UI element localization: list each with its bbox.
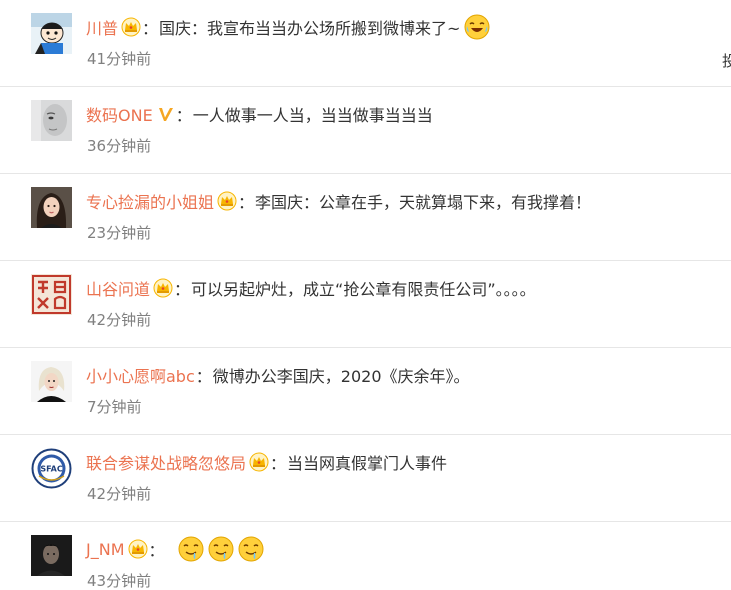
crown-icon[interactable] [217, 191, 237, 211]
comment-line: 小小心愿啊abc ： 微博办公李国庆，2020《庆余年》。 [86, 361, 470, 389]
comment-item: J_NM ： 43分钟前 [0, 522, 731, 590]
comment-item: 小小心愿啊abc ： 微博办公李国庆，2020《庆余年》。 7分钟前 [0, 348, 731, 435]
timestamp: 23分钟前 [87, 224, 152, 242]
crown-icon[interactable] [153, 278, 173, 298]
timestamp: 41分钟前 [87, 50, 152, 68]
comment-line: 数码ONE ： 一人做事一人当，当当做事当当当 [86, 100, 433, 128]
comment-line: 川普 ： 国庆：我宣布当当办公场所搬到微博来了~ [86, 13, 490, 41]
separator-colon: ： [174, 280, 191, 299]
username-link[interactable]: 专心捡漏的小姐姐 [86, 189, 214, 213]
username-link[interactable]: 川普 [86, 15, 118, 39]
username-link[interactable]: J_NM [86, 540, 125, 559]
comment-text: 当当网真假掌门人事件 [287, 454, 448, 473]
comment-list: 川普 ： 国庆：我宣布当当办公场所搬到微博来了~ 41分钟前 投 数码ONE ：… [0, 0, 731, 590]
username-link[interactable]: 数码ONE [86, 102, 153, 126]
timestamp: 42分钟前 [87, 485, 152, 503]
avatar[interactable] [31, 187, 72, 228]
timestamp: 43分钟前 [87, 572, 152, 590]
comment-item: SFAC 联合参谋处战略忽悠局 ： 当当网真假掌门人事件 42分钟前 [0, 435, 731, 522]
comment-line: 专心捡漏的小姐姐 ： 李国庆：公章在手，天就算塌下来，有我撑着！ [86, 187, 591, 215]
timestamp: 42分钟前 [87, 311, 152, 329]
separator-colon: ： [195, 367, 212, 386]
comment-item: 山谷问道 ： 可以另起炉灶，成立“抢公章有限责任公司”。。。。 42分钟前 [0, 261, 731, 348]
comment-text: 可以另起炉灶，成立“抢公章有限责任公司”。。。。 [191, 280, 536, 299]
separator-colon: ： [148, 541, 165, 560]
username-link[interactable]: 联合参谋处战略忽悠局 [86, 450, 246, 474]
separator-colon: ： [270, 454, 287, 473]
avatar[interactable] [31, 535, 72, 576]
avatar[interactable] [31, 274, 72, 315]
crown-icon[interactable] [128, 539, 148, 559]
comment-line: 山谷问道 ： 可以另起炉灶，成立“抢公章有限责任公司”。。。。 [86, 274, 536, 302]
laughing-tears-emoji-icon [464, 14, 490, 40]
drooling-emoji-icon [178, 536, 204, 562]
avatar[interactable] [31, 361, 72, 402]
partial-action-link[interactable]: 投 [722, 50, 731, 71]
verified-v-icon[interactable] [157, 105, 175, 123]
separator-colon: ： [238, 193, 255, 212]
comment-item: 数码ONE ： 一人做事一人当，当当做事当当当 36分钟前 [0, 87, 731, 174]
avatar[interactable] [31, 13, 72, 54]
comment-text: 一人做事一人当，当当做事当当当 [192, 106, 433, 125]
comment-line: 联合参谋处战略忽悠局 ： 当当网真假掌门人事件 [86, 448, 447, 476]
separator-colon: ： [175, 106, 192, 125]
comment-item: 川普 ： 国庆：我宣布当当办公场所搬到微博来了~ 41分钟前 投 [0, 0, 731, 87]
comment-item: 专心捡漏的小姐姐 ： 李国庆：公章在手，天就算塌下来，有我撑着！ 23分钟前 [0, 174, 731, 261]
drooling-emoji-icon [208, 536, 234, 562]
username-link[interactable]: 山谷问道 [86, 276, 150, 300]
avatar[interactable] [31, 100, 72, 141]
timestamp: 36分钟前 [87, 137, 152, 155]
crown-icon[interactable] [121, 17, 141, 37]
separator-colon: ： [142, 19, 159, 38]
comment-text: 微博办公李国庆，2020《庆余年》。 [212, 367, 470, 386]
comment-text: 国庆：我宣布当当办公场所搬到微博来了~ [159, 19, 461, 38]
timestamp: 7分钟前 [87, 398, 142, 416]
drooling-emoji-icon [238, 536, 264, 562]
avatar-emblem-text: SFAC [40, 465, 63, 474]
avatar[interactable]: SFAC [31, 448, 72, 489]
comment-text: 李国庆：公章在手，天就算塌下来，有我撑着！ [255, 193, 592, 212]
username-link[interactable]: 小小心愿啊abc [86, 363, 195, 387]
crown-icon[interactable] [249, 452, 269, 472]
comment-line: J_NM ： [86, 535, 264, 563]
